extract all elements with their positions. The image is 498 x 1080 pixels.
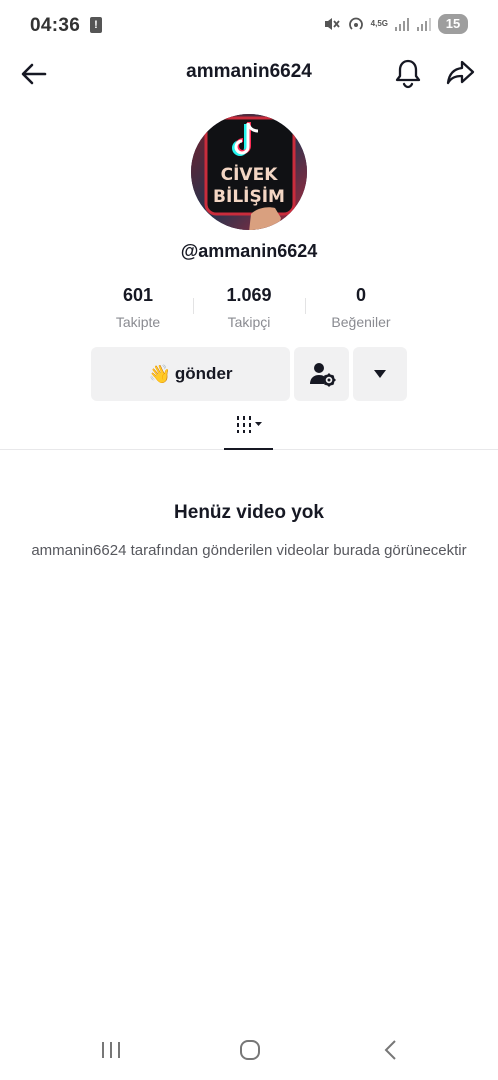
user-gear-icon <box>309 363 335 387</box>
status-icons: 4,5G 15 <box>323 14 468 34</box>
profile-actions: 👋 gönder <box>0 347 498 401</box>
avatar-text-line2: BİLİŞİM <box>213 185 285 207</box>
alert-icon: ! <box>90 17 102 33</box>
hotspot-icon <box>348 17 363 30</box>
notifications-button[interactable] <box>393 57 423 89</box>
share-button[interactable] <box>444 57 476 89</box>
chevron-left-icon <box>384 1040 396 1060</box>
profile-header: ammanin6624 <box>0 52 498 96</box>
status-time: 04:36 <box>30 15 81 36</box>
share-arrow-icon <box>446 60 475 85</box>
stat-label: Takipte <box>115 314 161 330</box>
status-bar: 04:36 ! 4,5G 15 <box>0 0 498 52</box>
user-settings-button[interactable] <box>294 347 349 401</box>
mute-icon <box>324 18 340 30</box>
stat-likes[interactable]: 0 Beğeniler <box>306 285 416 330</box>
stat-value: 1.069 <box>226 285 272 305</box>
recent-apps-icon <box>102 1042 120 1058</box>
battery-indicator: 15 <box>438 14 468 34</box>
signal-icon-2 <box>417 18 431 31</box>
page-title: ammanin6624 <box>186 61 312 82</box>
bell-icon <box>395 59 421 89</box>
empty-state-title: Henüz video yok <box>174 502 324 523</box>
username-handle: @ammanin6624 <box>180 241 318 261</box>
home-icon <box>240 1040 260 1060</box>
avatar-text-line1: CİVEK <box>221 163 279 185</box>
send-button-label: gönder <box>174 364 233 383</box>
content-tabs <box>0 405 498 450</box>
grid-dropdown-icon <box>237 416 262 433</box>
tab-videos[interactable] <box>224 405 273 450</box>
profile-stats: 601 Takipte 1.069 Takipçi 0 Beğeniler <box>0 285 498 335</box>
waving-hand-icon: 👋 <box>148 363 171 384</box>
send-message-button[interactable]: 👋 gönder <box>91 347 290 401</box>
stat-label: Beğeniler <box>331 314 391 330</box>
caret-down-icon <box>374 370 386 378</box>
stat-value: 601 <box>122 285 154 305</box>
recent-apps-button[interactable] <box>91 1030 131 1070</box>
stat-value: 0 <box>355 285 366 305</box>
empty-state-description: ammanin6624 tarafından gönderilen videol… <box>31 542 467 559</box>
tab-active-indicator <box>224 448 273 450</box>
stat-followers[interactable]: 1.069 Takipçi <box>194 285 304 330</box>
home-button[interactable] <box>230 1030 270 1070</box>
stat-following[interactable]: 601 Takipte <box>83 285 193 330</box>
more-dropdown-button[interactable] <box>353 347 407 401</box>
system-navigation-bar <box>0 1022 498 1080</box>
avatar[interactable]: CİVEK BİLİŞİM <box>191 114 307 230</box>
system-back-button[interactable] <box>370 1030 410 1070</box>
stat-label: Takipçi <box>227 314 271 330</box>
network-type: 4,5G <box>370 19 388 28</box>
signal-icon <box>395 18 409 31</box>
